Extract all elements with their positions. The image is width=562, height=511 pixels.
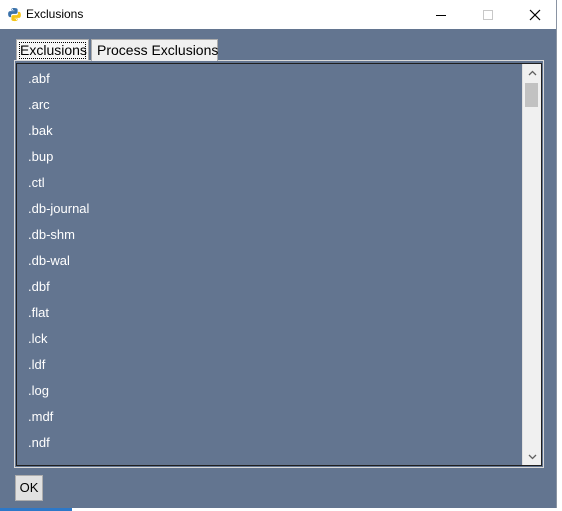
list-item[interactable]: .mdf (17, 404, 521, 430)
tab-exclusions[interactable]: Exclusions (16, 39, 89, 60)
maximize-icon (483, 9, 493, 20)
list-item[interactable]: .flat (17, 300, 521, 326)
list-item[interactable]: .bak (17, 118, 521, 144)
list-item[interactable]: .bup (17, 144, 521, 170)
ok-button[interactable]: OK (15, 475, 43, 501)
list-item[interactable]: .arc (17, 92, 521, 118)
tab-process-exclusions-label: Process Exclusions (97, 42, 219, 58)
close-button[interactable] (512, 0, 558, 29)
list-item[interactable]: .abf (17, 66, 521, 92)
scroll-up-button[interactable] (523, 64, 541, 81)
list-item[interactable]: .ora (17, 456, 521, 465)
list-item[interactable]: .log (17, 378, 521, 404)
tab-exclusions-label: Exclusions (20, 42, 87, 58)
scrollbar-thumb[interactable] (525, 83, 538, 107)
exclusions-listbox[interactable]: .abf .arc .bak .bup .ctl .db-journal .db… (16, 63, 542, 466)
list-item[interactable]: .ctl (17, 170, 521, 196)
window-title: Exclusions (26, 7, 84, 21)
close-icon (529, 9, 541, 20)
chevron-up-icon (528, 70, 536, 75)
minimize-button[interactable] (418, 0, 464, 29)
vertical-scrollbar[interactable] (522, 64, 541, 465)
list-item[interactable]: .ldf (17, 352, 521, 378)
title-bar[interactable]: Exclusions (0, 0, 556, 29)
desktop-edge (557, 0, 562, 508)
exclusions-window: Exclusions Exclusions Process Exclusions (0, 0, 557, 509)
list-item[interactable]: .db-shm (17, 222, 521, 248)
python-logo-icon (8, 7, 21, 22)
list-item[interactable]: .db-journal (17, 196, 521, 222)
scroll-down-button[interactable] (523, 448, 541, 465)
chevron-down-icon (528, 454, 536, 459)
list-item[interactable]: .ndf (17, 430, 521, 456)
list-item[interactable]: .lck (17, 326, 521, 352)
tab-process-exclusions[interactable]: Process Exclusions (91, 39, 218, 61)
exclusions-list: .abf .arc .bak .bup .ctl .db-journal .db… (17, 64, 521, 465)
maximize-button[interactable] (465, 0, 511, 29)
list-item[interactable]: .dbf (17, 274, 521, 300)
list-item[interactable]: .db-wal (17, 248, 521, 274)
minimize-icon (436, 14, 446, 16)
